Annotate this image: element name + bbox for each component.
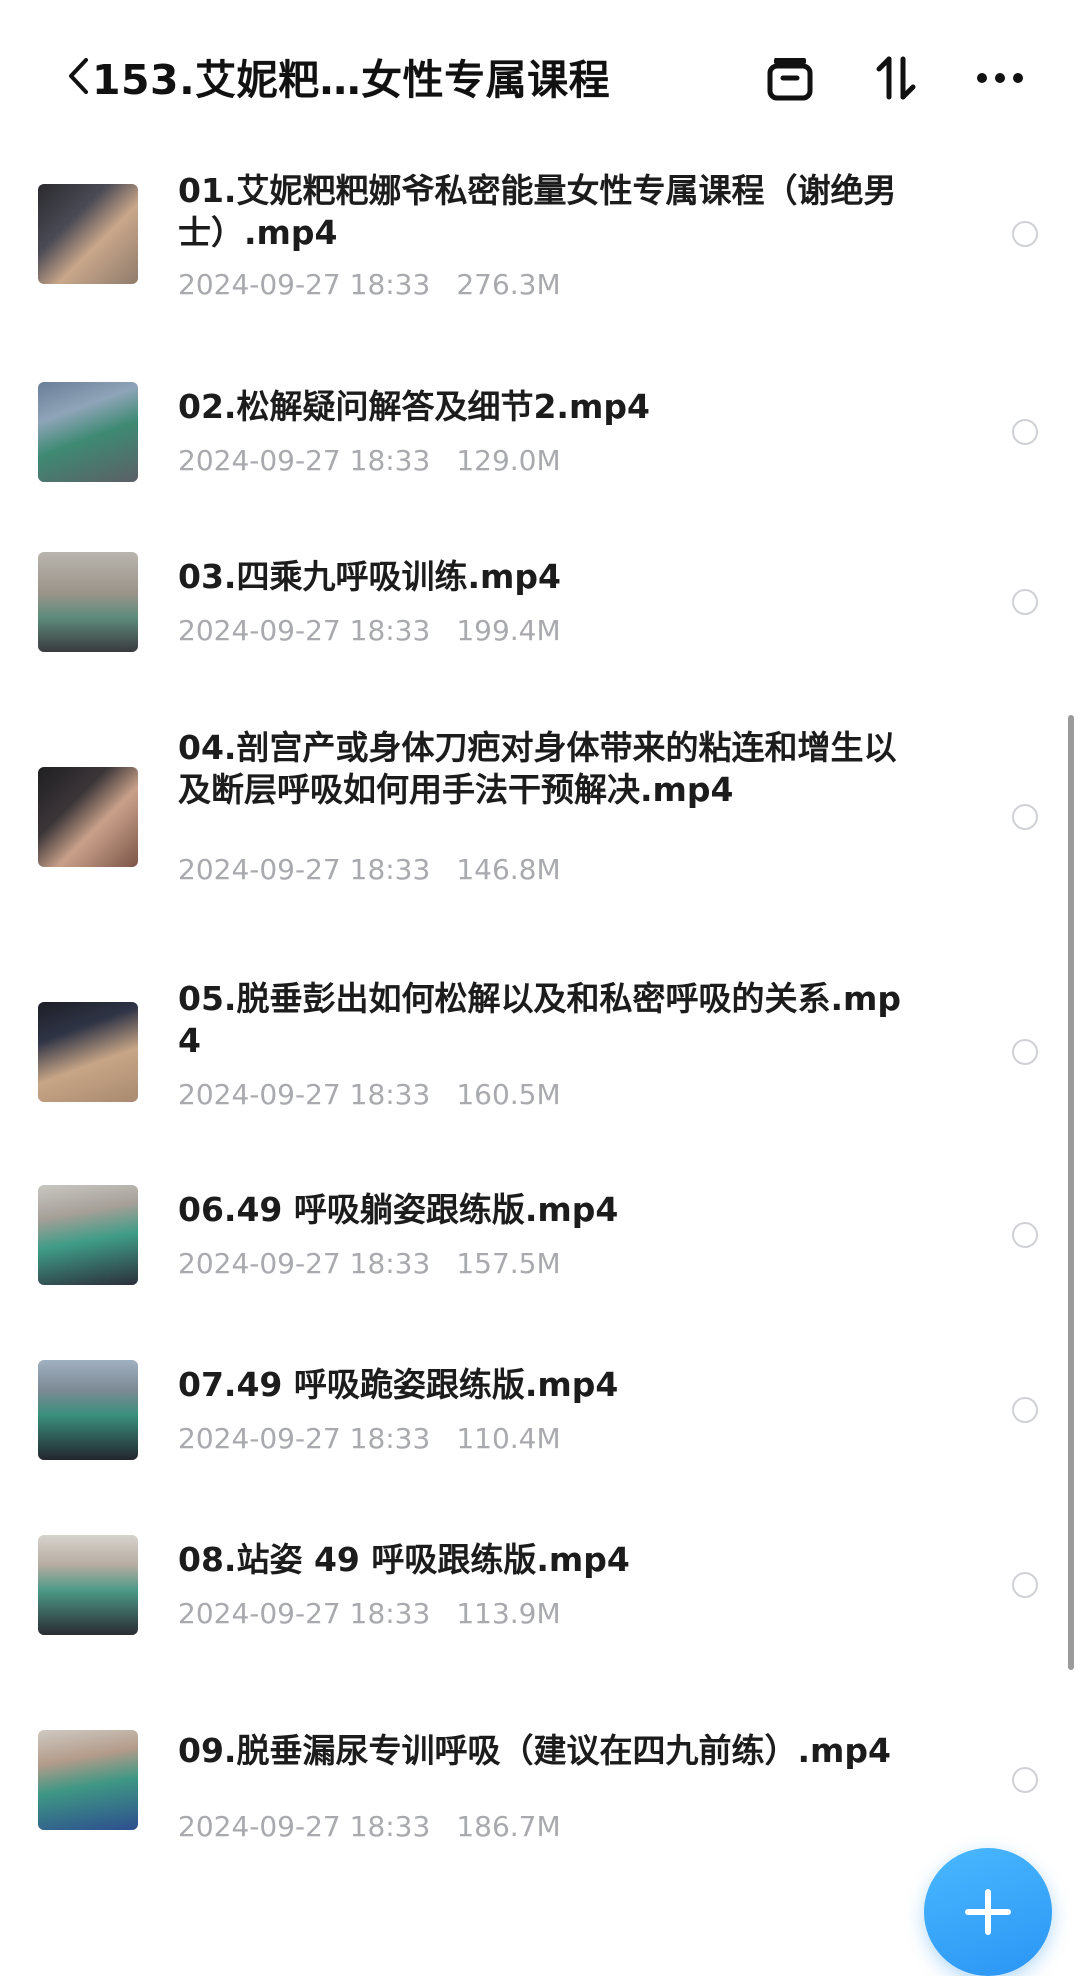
select-radio[interactable]	[1012, 1039, 1038, 1065]
file-size: 110.4M	[456, 1422, 561, 1455]
video-thumbnail	[38, 767, 138, 867]
file-meta: 2024-09-27 18:33 186.7M	[178, 1810, 561, 1843]
select-radio[interactable]	[1012, 804, 1038, 830]
file-date: 2024-09-27 18:33	[178, 1247, 431, 1280]
file-meta: 2024-09-27 18:33 113.9M	[178, 1597, 561, 1630]
sort-button[interactable]	[868, 50, 924, 106]
list-item[interactable]: 08.站姿 49 呼吸跟练版.mp4 2024-09-27 18:33 113.9…	[0, 1495, 1080, 1690]
video-thumbnail	[38, 1730, 138, 1830]
select-radio[interactable]	[1012, 1397, 1038, 1423]
list-item[interactable]: 06.49 呼吸躺姿跟练版.mp4 2024-09-27 18:33 157.5M	[0, 1145, 1080, 1320]
file-name: 06.49 呼吸躺姿跟练版.mp4	[178, 1190, 619, 1229]
chevron-left-icon	[69, 58, 88, 94]
file-size: 186.7M	[456, 1810, 561, 1843]
select-radio[interactable]	[1012, 1572, 1038, 1598]
select-radio[interactable]	[1012, 1767, 1038, 1793]
video-thumbnail	[38, 552, 138, 652]
video-thumbnail	[38, 1535, 138, 1635]
archive-button[interactable]	[762, 50, 818, 106]
file-list: 01.艾妮粑粑娜爷私密能量女性专属课程（谢绝男士）.mp4 2024-09-27…	[0, 150, 1080, 1952]
file-name: 02.松解疑问解答及细节2.mp4	[178, 387, 650, 426]
sort-icon	[876, 56, 916, 100]
top-bar: 153.艾妮粑…女性专属课程	[0, 0, 1080, 150]
file-name: 09.脱垂漏尿专训呼吸（建议在四九前练）.mp4	[178, 1731, 891, 1770]
list-item[interactable]: 01.艾妮粑粑娜爷私密能量女性专属课程（谢绝男士）.mp4 2024-09-27…	[0, 150, 1080, 340]
file-name: 03.四乘九呼吸训练.mp4	[178, 557, 561, 596]
file-name: 05.脱垂彭出如何松解以及和私密呼吸的关系.mp4	[178, 979, 902, 1060]
file-size: 129.0M	[456, 444, 561, 477]
page-title: 153.艾妮粑…女性专属课程	[92, 56, 611, 104]
file-meta: 2024-09-27 18:33 199.4M	[178, 614, 561, 647]
select-radio[interactable]	[1012, 221, 1038, 247]
list-item[interactable]: 04.剖宫产或身体刀疤对身体带来的粘连和增生以及断层呼吸如何用手法干预解决.mp…	[0, 705, 1080, 945]
file-date: 2024-09-27 18:33	[178, 1810, 431, 1843]
list-item[interactable]: 07.49 呼吸跪姿跟练版.mp4 2024-09-27 18:33 110.4M	[0, 1320, 1080, 1495]
file-meta: 2024-09-27 18:33 146.8M	[178, 853, 561, 886]
file-date: 2024-09-27 18:33	[178, 614, 431, 647]
list-item[interactable]: 02.松解疑问解答及细节2.mp4 2024-09-27 18:33 129.0M	[0, 340, 1080, 510]
file-meta: 2024-09-27 18:33 276.3M	[178, 268, 561, 301]
video-thumbnail	[38, 382, 138, 482]
more-horizontal-icon	[977, 73, 1023, 83]
file-size: 113.9M	[456, 1597, 561, 1630]
file-date: 2024-09-27 18:33	[178, 1078, 431, 1111]
list-item[interactable]: 03.四乘九呼吸训练.mp4 2024-09-27 18:33 199.4M	[0, 510, 1080, 705]
list-item[interactable]: 09.脱垂漏尿专训呼吸（建议在四九前练）.mp4 2024-09-27 18:3…	[0, 1690, 1080, 1890]
select-radio[interactable]	[1012, 1222, 1038, 1248]
file-size: 160.5M	[456, 1078, 561, 1111]
file-date: 2024-09-27 18:33	[178, 853, 431, 886]
file-size: 157.5M	[456, 1247, 561, 1280]
file-name: 08.站姿 49 呼吸跟练版.mp4	[178, 1540, 630, 1579]
file-date: 2024-09-27 18:33	[178, 444, 431, 477]
file-meta: 2024-09-27 18:33 160.5M	[178, 1078, 561, 1111]
file-date: 2024-09-27 18:33	[178, 1597, 431, 1630]
select-radio[interactable]	[1012, 589, 1038, 615]
file-meta: 2024-09-27 18:33 110.4M	[178, 1422, 561, 1455]
file-size: 276.3M	[456, 268, 561, 301]
add-button[interactable]	[924, 1848, 1052, 1976]
file-size: 199.4M	[456, 614, 561, 647]
file-name: 07.49 呼吸跪姿跟练版.mp4	[178, 1365, 619, 1404]
select-radio[interactable]	[1012, 419, 1038, 445]
file-date: 2024-09-27 18:33	[178, 268, 431, 301]
more-button[interactable]	[972, 50, 1028, 106]
file-meta: 2024-09-27 18:33 129.0M	[178, 444, 561, 477]
file-size: 146.8M	[456, 853, 561, 886]
video-thumbnail	[38, 184, 138, 284]
file-name: 04.剖宫产或身体刀疤对身体带来的粘连和增生以及断层呼吸如何用手法干预解决.mp…	[178, 728, 897, 809]
file-name: 01.艾妮粑粑娜爷私密能量女性专属课程（谢绝男士）.mp4	[178, 171, 897, 252]
scrollbar[interactable]	[1068, 715, 1074, 1670]
file-meta: 2024-09-27 18:33 157.5M	[178, 1247, 561, 1280]
video-thumbnail	[38, 1002, 138, 1102]
video-thumbnail	[38, 1360, 138, 1460]
plus-icon	[965, 1889, 1011, 1935]
video-thumbnail	[38, 1185, 138, 1285]
archive-box-icon	[767, 58, 813, 101]
file-date: 2024-09-27 18:33	[178, 1422, 431, 1455]
list-item[interactable]: 05.脱垂彭出如何松解以及和私密呼吸的关系.mp4 2024-09-27 18:…	[0, 945, 1080, 1145]
